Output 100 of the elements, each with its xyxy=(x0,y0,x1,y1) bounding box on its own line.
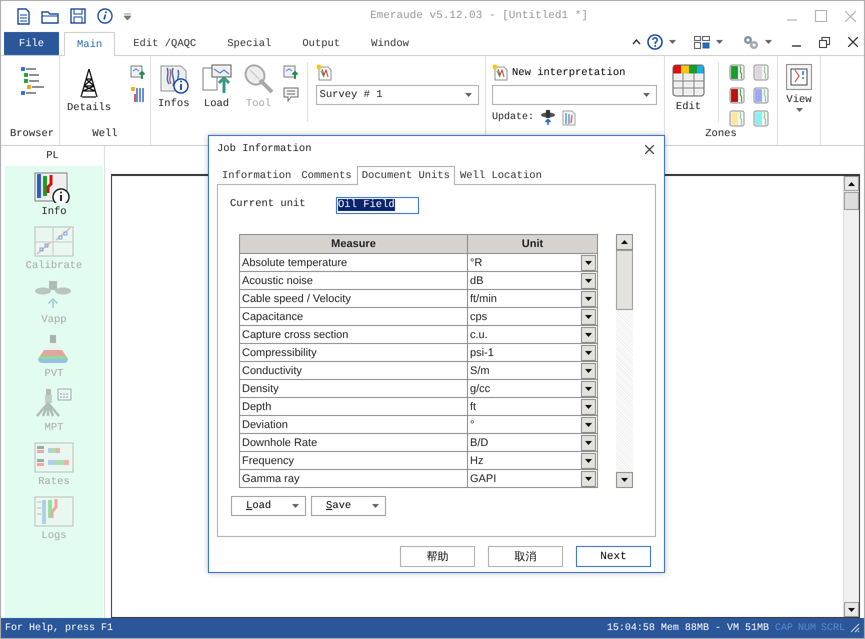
flowmeter-icon xyxy=(540,109,556,126)
table-cell: Absolute temperature xyxy=(240,254,468,272)
save-button[interactable]: Save xyxy=(311,496,386,516)
document-icon xyxy=(17,8,30,24)
close-icon xyxy=(848,37,858,47)
close-icon xyxy=(645,144,654,154)
scroll-down-icon xyxy=(621,478,628,482)
derrick-icon xyxy=(78,68,100,98)
log-chart-icon xyxy=(34,496,74,527)
caret-icon xyxy=(585,476,592,480)
caret-icon xyxy=(585,296,592,300)
caret-icon xyxy=(585,440,592,444)
unit-system-field[interactable]: Oil Field xyxy=(336,197,419,214)
info-icon xyxy=(97,8,113,24)
table-cell: Capacitance xyxy=(240,308,468,326)
window-title: Emeraude v5.12.03 - [Untitled1 *] xyxy=(369,10,589,22)
table-cell: Density xyxy=(240,380,468,398)
interpretation-dropdown[interactable] xyxy=(492,85,657,105)
dropdown-icon xyxy=(124,12,131,20)
calibration-plot-icon xyxy=(34,226,74,257)
caret-icon xyxy=(585,260,592,264)
caret-icon xyxy=(464,93,472,97)
fan-icon xyxy=(34,280,74,311)
scroll-thumb[interactable] xyxy=(844,192,859,210)
zone-icon xyxy=(753,110,769,127)
column-header: Measure xyxy=(240,234,468,254)
view-button[interactable]: View xyxy=(783,62,815,114)
file-menu-button[interactable]: File xyxy=(4,32,59,55)
probe-icon xyxy=(244,64,274,94)
settings-icon xyxy=(743,35,759,49)
scrollbar[interactable] xyxy=(616,234,633,488)
import-icon xyxy=(202,64,232,94)
load-button[interactable]: Load xyxy=(231,496,306,516)
ribbon-tab[interactable]: Output xyxy=(289,32,354,55)
ribbon-tab[interactable]: Window xyxy=(358,32,422,55)
save-icon xyxy=(70,8,86,24)
caret-icon xyxy=(372,504,379,508)
zone-icon xyxy=(753,64,769,81)
close-icon xyxy=(845,10,856,22)
edit-zones-button[interactable]: Edit xyxy=(669,62,708,115)
caret-icon xyxy=(669,40,676,44)
caret-icon xyxy=(585,350,592,354)
tree-list-icon xyxy=(18,66,46,96)
table-cell: Capture cross section xyxy=(240,326,468,344)
zone-table-icon xyxy=(672,64,705,97)
survey-dropdown[interactable]: Survey # 1 xyxy=(316,85,479,105)
details-button[interactable]: Details xyxy=(64,62,114,116)
ribbon-tab[interactable]: Edit /QAQC xyxy=(120,32,210,55)
infos-button[interactable]: Infos xyxy=(155,62,193,112)
ribbon-tab[interactable]: Special xyxy=(214,32,284,55)
resize-grip-icon xyxy=(850,623,860,633)
view-icon xyxy=(786,64,812,90)
table-cell: Depth xyxy=(240,398,468,416)
help-icon xyxy=(647,34,663,50)
minimize-icon xyxy=(792,44,801,46)
update-label: Update: xyxy=(492,112,534,123)
comment-icon xyxy=(282,86,299,102)
dialog-tab[interactable]: Document Units xyxy=(356,166,455,185)
new-interpretation-button[interactable]: New interpretation xyxy=(492,64,657,81)
table-cell: Frequency xyxy=(240,452,468,470)
dialog-tab[interactable]: Information xyxy=(217,167,296,184)
scroll-thumb[interactable] xyxy=(616,250,633,310)
table-cell: Gamma ray xyxy=(240,470,468,488)
table-cell: Compressibility xyxy=(240,344,468,362)
status-info: 15:04:58 Mem 88MB - VM 51MB xyxy=(606,622,769,634)
chart-export-icon xyxy=(130,64,146,80)
folder-icon xyxy=(41,8,59,24)
log-info-icon xyxy=(158,64,189,94)
load-button[interactable]: Load xyxy=(198,62,235,112)
scrollbar[interactable] xyxy=(843,176,859,617)
ribbon-tab[interactable]: Main xyxy=(64,32,116,56)
collapse-icon xyxy=(632,39,641,45)
dialog-button[interactable]: 帮助 xyxy=(400,546,475,567)
scroll-up-icon xyxy=(848,182,855,186)
zone-icon xyxy=(729,64,745,81)
field-label: Current unit xyxy=(230,198,307,210)
group-label: Zones xyxy=(704,128,738,142)
zone-icon xyxy=(729,87,745,104)
caret-icon xyxy=(585,278,592,282)
zone-icon xyxy=(729,110,745,127)
layout-icon xyxy=(694,36,710,48)
scroll-down-icon xyxy=(848,608,855,612)
tripod-icon xyxy=(34,388,74,419)
table-cell: Deviation xyxy=(240,416,468,434)
dialog-title: Job Information xyxy=(217,143,312,155)
caret-icon xyxy=(716,40,723,44)
caret-icon xyxy=(585,422,592,426)
column-header: Unit xyxy=(468,234,598,254)
table-cell: Acoustic noise xyxy=(240,272,468,290)
caret-icon xyxy=(643,93,650,97)
sidebar-item[interactable]: Info xyxy=(34,172,74,218)
dialog-tab[interactable]: Well Location xyxy=(454,167,547,184)
group-label: Well xyxy=(91,128,119,142)
caret-icon xyxy=(585,332,592,336)
tracks-icon xyxy=(130,86,146,103)
caret-icon xyxy=(585,314,592,318)
dialog-tab[interactable]: Comments xyxy=(296,167,357,184)
dialog-button[interactable]: 取消 xyxy=(488,546,563,567)
dialog-button[interactable]: Next xyxy=(576,546,651,567)
new-survey-icon xyxy=(316,64,332,81)
